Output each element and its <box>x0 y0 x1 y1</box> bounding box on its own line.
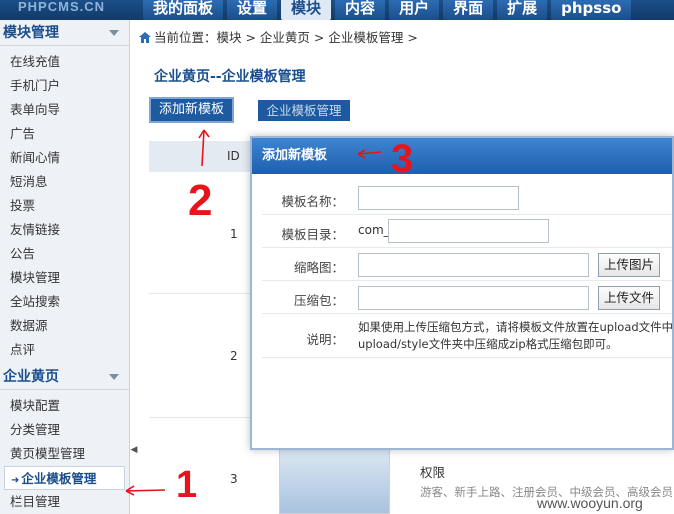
row-divider <box>149 417 253 418</box>
description-label: 说明： <box>306 332 344 347</box>
sidebar-item-column-management[interactable]: 栏目管理 <box>0 490 129 514</box>
sidebar-item-vote[interactable]: 投票 <box>0 194 129 218</box>
description-line: 如果使用上传压缩包方式，请将模板文件放置在upload文件中 <box>358 320 674 334</box>
sidebar-item-short-message[interactable]: 短消息 <box>0 170 129 194</box>
sidebar-item-enterprise-template[interactable]: ➜ 企业模板管理 <box>4 466 125 490</box>
tab-modules[interactable]: 模块 <box>281 0 332 20</box>
permission-label: 权限 <box>420 465 446 480</box>
sidebar-section-title: 企业黄页 <box>3 369 59 385</box>
home-icon <box>139 32 151 43</box>
manage-templates-button[interactable]: 企业模板管理 <box>258 100 350 121</box>
collapse-caret-icon[interactable] <box>109 30 119 36</box>
table-row-id: 1 <box>230 227 238 241</box>
nav-tabs: 我的面板 设置 模块 内容 用户 界面 扩展 phpsso <box>143 0 635 20</box>
sidebar-item-mobile-portal[interactable]: 手机门户 <box>0 74 129 98</box>
add-template-dialog: 添加新模板 模板名称： 模板目录： com_ 缩略图： 上传图片 压缩包： 上传… <box>250 136 674 450</box>
sidebar-item-news-mood[interactable]: 新闻心情 <box>0 146 129 170</box>
form-row-thumbnail: 缩略图： 上传图片 <box>262 248 672 281</box>
sidebar-section-module-management[interactable]: 模块管理 <box>0 20 129 46</box>
dialog-title[interactable]: 添加新模板 <box>252 138 672 174</box>
template-name-label: 模板名称： <box>281 194 344 209</box>
watermark: www.wooyun.org <box>537 495 643 511</box>
tab-interface[interactable]: 界面 <box>443 0 494 20</box>
arrow-right-icon: ➜ <box>11 475 20 486</box>
sidebar-item-online-recharge[interactable]: 在线充值 <box>0 50 129 74</box>
sidebar-item-ads[interactable]: 广告 <box>0 122 129 146</box>
table-header-id: ID <box>149 141 253 172</box>
sidebar-item-site-search[interactable]: 全站搜索 <box>0 290 129 314</box>
template-dir-input[interactable] <box>388 219 549 243</box>
thumbnail-label: 缩略图： <box>293 260 344 275</box>
row-divider <box>149 293 253 294</box>
tab-phpsso[interactable]: phpsso <box>551 0 632 20</box>
form-row-description: 说明： 如果使用上传压缩包方式，请将模板文件放置在upload文件中 uploa… <box>262 314 674 358</box>
sidebar-section-title: 模块管理 <box>3 25 59 41</box>
description-line: upload/style文件夹中压缩成zip格式压缩包即可。 <box>358 337 618 351</box>
form-row-directory: 模板目录： com_ <box>262 215 672 248</box>
upload-file-button[interactable]: 上传文件 <box>598 286 660 310</box>
tab-users[interactable]: 用户 <box>389 0 440 20</box>
top-navigation-bar: PHPCMS.CN 我的面板 设置 模块 内容 用户 界面 扩展 phpsso <box>0 0 674 20</box>
annotation-arrow-1 <box>125 485 166 496</box>
zip-label: 压缩包： <box>293 293 344 308</box>
sidebar-item-comments[interactable]: 点评 <box>0 338 129 362</box>
tab-content[interactable]: 内容 <box>335 0 386 20</box>
template-thumbnail <box>279 447 390 514</box>
annotation-number-1: 1 <box>176 464 197 506</box>
tab-extensions[interactable]: 扩展 <box>497 0 548 20</box>
dir-prefix: com_ <box>358 223 390 237</box>
sidebar-item-form-wizard[interactable]: 表单向导 <box>0 98 129 122</box>
add-template-button[interactable]: 添加新模板 <box>149 97 234 123</box>
sidebar-item-category-management[interactable]: 分类管理 <box>0 418 129 442</box>
zip-input[interactable] <box>358 286 589 310</box>
sidebar-item-module-config[interactable]: 模块配置 <box>0 394 129 418</box>
sidebar: 模块管理 在线充值 手机门户 表单向导 广告 新闻心情 短消息 投票 友情链接 … <box>0 20 130 514</box>
template-dir-label: 模板目录： <box>281 227 344 242</box>
sidebar-section-yellow-pages[interactable]: 企业黄页 <box>0 364 129 390</box>
sidebar-collapse-left-icon[interactable]: ◀ <box>130 440 138 460</box>
tab-settings[interactable]: 设置 <box>227 0 278 20</box>
description-text: 如果使用上传压缩包方式，请将模板文件放置在upload文件中 upload/st… <box>358 319 674 353</box>
page-title: 企业黄页--企业模板管理 <box>154 69 306 85</box>
sidebar-item-module-management[interactable]: 模块管理 <box>0 266 129 290</box>
sidebar-item-data-source[interactable]: 数据源 <box>0 314 129 338</box>
upload-image-button[interactable]: 上传图片 <box>598 253 660 277</box>
sidebar-item-label: 企业模板管理 <box>21 471 97 486</box>
table-row-id: 3 <box>230 472 238 486</box>
breadcrumb-text: 当前位置：模块 > 企业黄页 > 企业模板管理 > <box>154 30 418 45</box>
thumbnail-input[interactable] <box>358 253 589 277</box>
form-row-name: 模板名称： <box>262 182 672 215</box>
annotation-number-2: 2 <box>188 176 212 225</box>
collapse-caret-icon[interactable] <box>109 374 119 380</box>
tab-my-panel[interactable]: 我的面板 <box>143 0 224 20</box>
template-name-input[interactable] <box>358 186 519 210</box>
table-row-id: 2 <box>230 349 238 363</box>
sidebar-item-friend-links[interactable]: 友情链接 <box>0 218 129 242</box>
site-logo: PHPCMS.CN <box>18 0 106 14</box>
form-row-zip: 压缩包： 上传文件 <box>262 281 672 314</box>
sidebar-item-announcement[interactable]: 公告 <box>0 242 129 266</box>
breadcrumb: 当前位置：模块 > 企业黄页 > 企业模板管理 > <box>131 27 674 49</box>
sidebar-item-yellow-page-model[interactable]: 黄页模型管理 <box>0 442 129 466</box>
